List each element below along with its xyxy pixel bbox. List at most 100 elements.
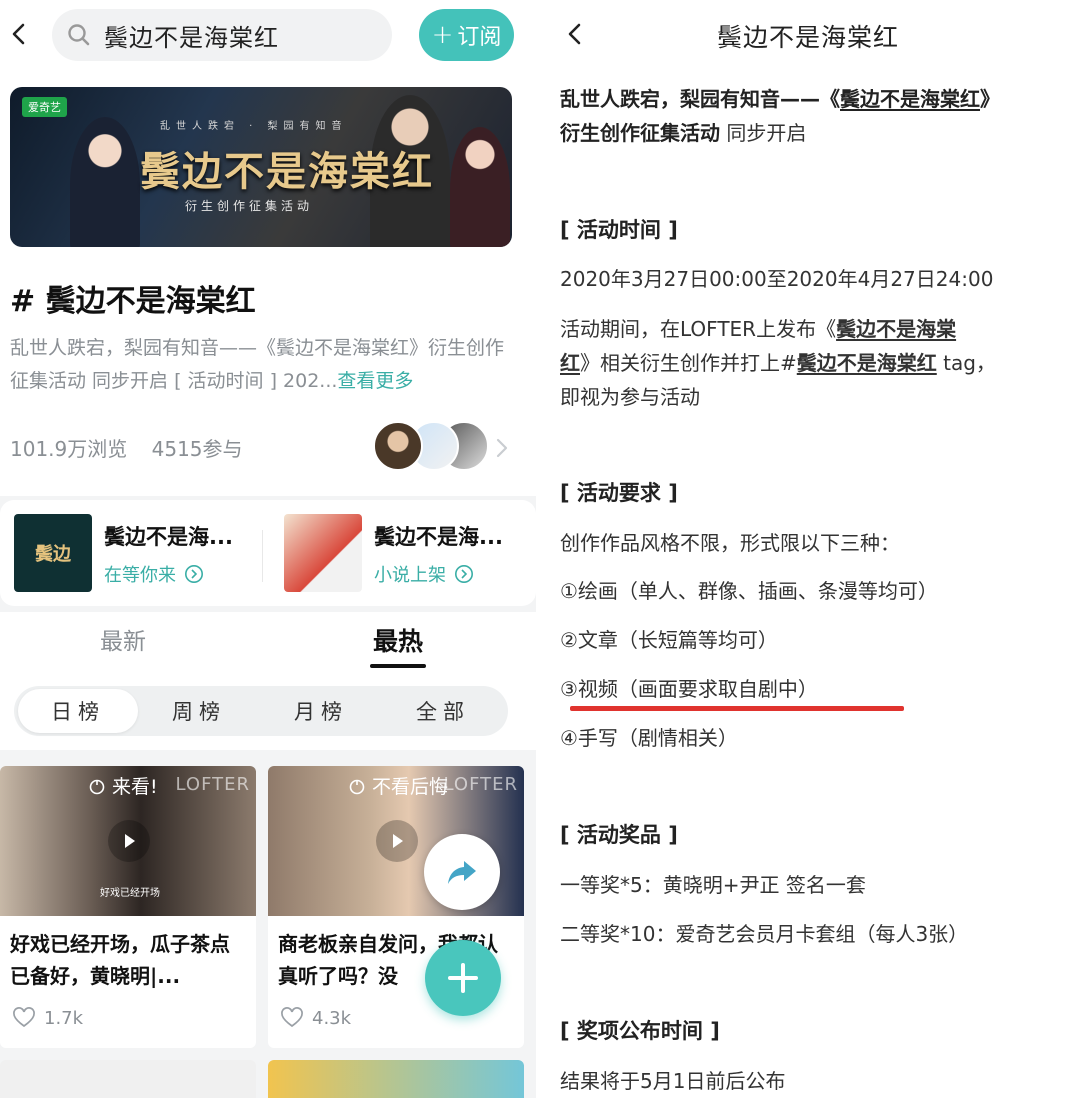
lofter-watermark: LOFTER bbox=[443, 774, 518, 795]
circle-arrow-icon bbox=[185, 565, 203, 583]
heart-icon bbox=[13, 1007, 35, 1028]
like-count: 4.3k bbox=[312, 1007, 352, 1029]
play-button[interactable] bbox=[108, 820, 150, 862]
prize-item: 二等奖*10：爱奇艺会员月卡套组（每人3张） bbox=[560, 922, 969, 946]
related-card[interactable]: 鬓边 鬓边不是海... 在等你来 bbox=[14, 514, 233, 594]
intro-suffix: 》 bbox=[980, 87, 1000, 111]
lofter-watermark: LOFTER bbox=[175, 774, 250, 795]
section-requirements: [ 活动要求 ] bbox=[560, 481, 678, 505]
topic-header-area: 鬓边不是海棠红 + 订阅 爱奇艺 乱世人跌宕 · 梨园有知音 鬓边不是海棠红 衍… bbox=[0, 0, 536, 496]
card-divider bbox=[262, 530, 263, 582]
intro-line-2: 衍生创作征集活动 同步开启 bbox=[560, 116, 806, 150]
see-more-link[interactable]: 查看更多 bbox=[337, 370, 413, 392]
share-button[interactable] bbox=[424, 834, 500, 910]
intro-rest: 同步开启 bbox=[720, 121, 807, 145]
share-icon bbox=[448, 861, 476, 884]
create-post-button[interactable] bbox=[425, 940, 501, 1016]
card-thumbnail: 鬓边 bbox=[14, 514, 92, 592]
time-desc-c: tag， bbox=[936, 351, 996, 375]
requirements-intro: 创作作品风格不限，形式限以下三种： bbox=[560, 531, 900, 555]
hot-badge-text: 来看! bbox=[112, 776, 158, 798]
fire-icon bbox=[349, 779, 365, 794]
post-card-partial[interactable] bbox=[0, 1060, 256, 1098]
like-button[interactable]: 1.7k bbox=[12, 1006, 83, 1030]
segment-daily[interactable]: 日榜 bbox=[18, 689, 138, 733]
back-button[interactable] bbox=[0, 14, 40, 54]
iqiyi-logo: 爱奇艺 bbox=[22, 97, 67, 117]
play-icon bbox=[125, 834, 135, 848]
plus-icon: + bbox=[431, 20, 454, 50]
topic-description: 乱世人跌宕，梨园有知音——《鬓边不是海棠红》衍生创作征集活动 同步开启 [ 活动… bbox=[10, 332, 510, 398]
card-subtitle-text: 小说上架 bbox=[374, 565, 446, 586]
fire-icon bbox=[89, 779, 105, 794]
segment-all[interactable]: 全部 bbox=[383, 686, 503, 736]
segment-weekly[interactable]: 周榜 bbox=[139, 686, 259, 736]
requirement-item: ④手写（剧情相关） bbox=[560, 726, 738, 750]
participant-avatars[interactable] bbox=[373, 421, 489, 475]
requirement-item: ③视频（画面要求取自剧中） bbox=[560, 677, 818, 701]
play-button[interactable] bbox=[376, 820, 418, 862]
intro-prefix: 乱世人跌宕，梨园有知音——《 bbox=[560, 87, 840, 111]
tab-latest[interactable]: 最新 bbox=[100, 622, 146, 656]
requirement-item: ①绘画（单人、群像、插画、条漫等均可） bbox=[560, 579, 938, 603]
banner-figure-left bbox=[70, 117, 140, 247]
related-card[interactable]: 鬓边不是海... 小说上架 bbox=[284, 514, 503, 594]
plus-icon bbox=[448, 963, 478, 993]
section-time: [ 活动时间 ] bbox=[560, 218, 678, 242]
topic-description-text: 乱世人跌宕，梨园有知音——《鬓边不是海棠红》衍生创作征集活动 同步开启 [ 活动… bbox=[10, 337, 505, 392]
ranking-segment: 日榜 周榜 月榜 全部 bbox=[14, 686, 508, 736]
card-subtitle-text: 在等你来 bbox=[104, 565, 176, 586]
ranking-segment-area: 日榜 周榜 月榜 全部 bbox=[0, 680, 536, 750]
requirement-item: ②文章（长短篇等均可） bbox=[560, 628, 778, 652]
topic-link[interactable]: 红 bbox=[560, 351, 580, 375]
card-subtitle: 在等你来 bbox=[104, 561, 233, 587]
tag-link[interactable]: 鬓边不是海棠红 bbox=[797, 351, 937, 375]
topic-title: # 鬓边不是海棠红 bbox=[10, 284, 256, 319]
card-title: 鬓边不是海... bbox=[104, 525, 233, 549]
like-count: 1.7k bbox=[44, 1007, 84, 1029]
subscribe-button[interactable]: + 订阅 bbox=[419, 9, 514, 61]
activity-banner[interactable]: 爱奇艺 乱世人跌宕 · 梨园有知音 鬓边不是海棠红 衍生创作征集活动 bbox=[10, 87, 512, 247]
time-desc-line-1: 活动期间，在LOFTER上发布《鬓边不是海棠 bbox=[560, 312, 956, 346]
card-subtitle: 小说上架 bbox=[374, 561, 503, 587]
banner-title: 鬓边不是海棠红 bbox=[140, 148, 434, 195]
card-title: 鬓边不是海... bbox=[374, 525, 503, 549]
topic-page: 鬓边不是海棠红 + 订阅 爱奇艺 乱世人跌宕 · 梨园有知音 鬓边不是海棠红 衍… bbox=[0, 0, 536, 1098]
time-desc-line-3: 即视为参与活动 bbox=[560, 385, 700, 409]
highlight-underline bbox=[570, 706, 904, 711]
like-button[interactable]: 4.3k bbox=[280, 1006, 351, 1030]
page-title: 鬓边不是海棠红 bbox=[716, 23, 899, 52]
search-query: 鬓边不是海棠红 bbox=[104, 23, 279, 52]
segment-monthly[interactable]: 月榜 bbox=[261, 686, 381, 736]
video-thumbnail[interactable]: 来看! LOFTER 好戏已经开场 bbox=[0, 766, 256, 916]
announce-text: 结果将于5月1日前后公布 bbox=[560, 1069, 786, 1093]
time-desc-line-2: 红》相关衍生创作并打上#鬓边不是海棠红 tag， bbox=[560, 346, 996, 380]
chevron-right-icon[interactable] bbox=[492, 436, 512, 460]
sort-tabs: 最新 最热 bbox=[0, 612, 536, 680]
intro-bold: 衍生创作征集活动 bbox=[560, 121, 720, 145]
section-announce: [ 奖项公布时间 ] bbox=[560, 1019, 720, 1043]
avatar bbox=[373, 421, 423, 471]
play-icon bbox=[393, 834, 403, 848]
participants-count: 4515参与 bbox=[151, 437, 243, 461]
topic-link[interactable]: 鬓边不是海棠红 bbox=[840, 87, 980, 111]
hot-badge-text: 不看后悔 bbox=[372, 776, 449, 798]
time-desc-b: 》相关衍生创作并打上# bbox=[580, 351, 797, 375]
banner-kicker: 乱世人跌宕 · 梨园有知音 bbox=[160, 121, 348, 132]
prize-item: 一等奖*5：黄晓明+尹正 签名一套 bbox=[560, 873, 866, 897]
back-icon bbox=[12, 23, 25, 45]
post-card[interactable]: 来看! LOFTER 好戏已经开场 好戏已经开场，瓜子茶点已备好，黄晓明|...… bbox=[0, 766, 256, 1048]
tab-hot[interactable]: 最热 bbox=[373, 622, 423, 658]
topic-link[interactable]: 鬓边不是海棠 bbox=[836, 317, 956, 341]
post-title: 好戏已经开场，瓜子茶点已备好，黄晓明|... bbox=[10, 932, 230, 988]
banner-subtitle: 衍生创作征集活动 bbox=[185, 199, 314, 213]
topic-stats: 101.9万浏览 4515参与 bbox=[10, 433, 261, 462]
views-count: 101.9万浏览 bbox=[10, 437, 128, 461]
time-desc-a: 活动期间，在LOFTER上发布《 bbox=[560, 317, 837, 341]
search-input[interactable]: 鬓边不是海棠红 bbox=[52, 9, 392, 61]
card-thumbnail bbox=[284, 514, 362, 592]
post-card-partial[interactable] bbox=[268, 1060, 524, 1098]
activity-detail-page: 鬓边不是海棠红 乱世人跌宕，梨园有知音——《鬓边不是海棠红》 衍生创作征集活动 … bbox=[536, 0, 1080, 1098]
hot-badge: 来看! bbox=[88, 772, 158, 799]
heart-icon bbox=[281, 1007, 303, 1028]
